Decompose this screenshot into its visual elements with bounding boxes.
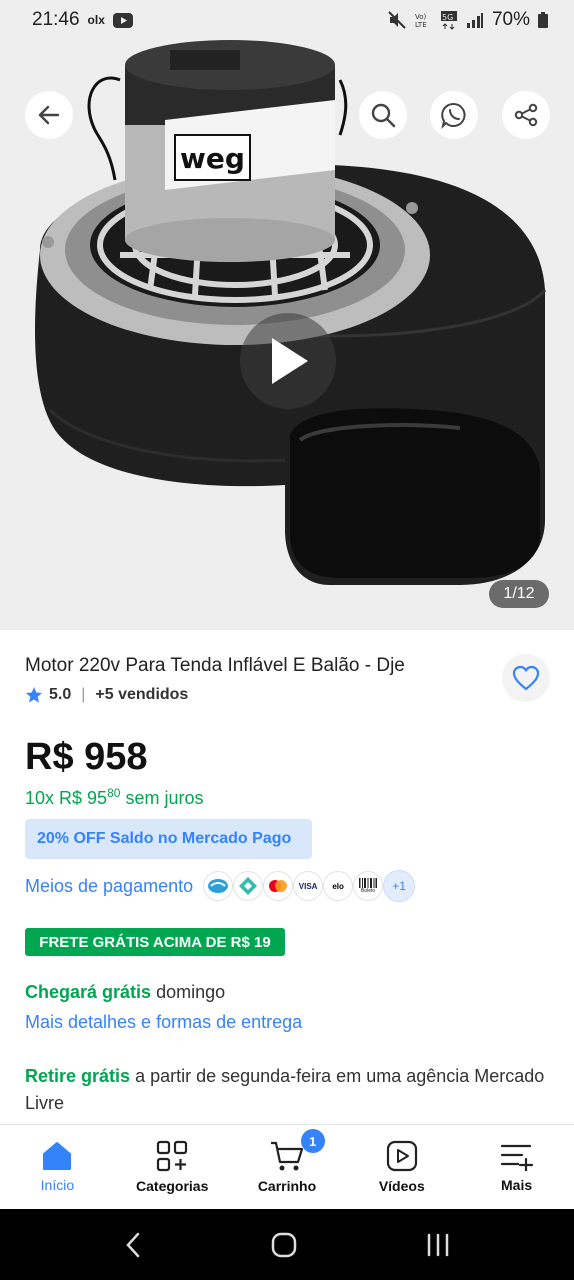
elo-icon: elo: [323, 871, 354, 901]
status-time: 21:46: [32, 9, 80, 30]
share-icon: [514, 103, 538, 127]
whatsapp-button[interactable]: [430, 91, 478, 139]
installments-info: 10x R$ 9580 sem juros: [25, 786, 203, 809]
arrival-info: Chegará grátis domingo: [25, 982, 225, 1003]
5g-icon: 5G: [440, 11, 457, 30]
status-bar: 21:46 olx Vo) LTE 5G 70%: [0, 0, 574, 40]
heart-icon: [512, 665, 540, 691]
nav-videos[interactable]: Vídeos: [344, 1125, 459, 1209]
play-video-button[interactable]: [240, 313, 336, 409]
system-home-icon[interactable]: [270, 1231, 298, 1259]
system-back-icon[interactable]: [123, 1231, 143, 1259]
nav-categories[interactable]: Categorias: [115, 1125, 230, 1209]
svg-text:Vo): Vo): [415, 13, 427, 21]
product-title: Motor 220v Para Tenda Inflável E Balão -…: [25, 655, 405, 676]
arrival-highlight: Chegará grátis: [25, 982, 152, 1002]
installments-cents: 80: [107, 786, 121, 800]
nav-cart[interactable]: 1 Carrinho: [230, 1125, 345, 1209]
installments-amount: 10x R$ 95: [25, 788, 108, 808]
back-button[interactable]: [25, 91, 73, 139]
nav-videos-label: Vídeos: [378, 1178, 425, 1194]
arrival-day: domingo: [156, 982, 226, 1002]
battery-percent: 70%: [491, 9, 530, 30]
cart-badge: 1: [300, 1129, 325, 1153]
visa-icon: VISA: [293, 871, 324, 901]
payment-methods-link[interactable]: Meios de pagamento: [25, 876, 193, 897]
free-shipping-badge: FRETE GRÁTIS ACIMA DE R$ 19: [25, 928, 285, 956]
whatsapp-icon: [441, 102, 466, 129]
delivery-details-link[interactable]: Mais detalhes e formas de entrega: [25, 1012, 302, 1033]
mercado-pago-promo-badge: 20% OFF Saldo no Mercado Pago: [25, 819, 312, 859]
signal-icon: [466, 13, 483, 28]
play-icon: [272, 338, 308, 384]
more-payment-methods[interactable]: +1: [383, 870, 416, 902]
mastercard-icon: [263, 871, 294, 901]
nav-more[interactable]: Mais: [459, 1125, 574, 1209]
rating-row[interactable]: 5.0 | +5 vendidos: [25, 686, 188, 704]
image-counter: 1/12: [489, 580, 549, 608]
categories-icon: [157, 1140, 188, 1172]
system-navigation-bar: [0, 1209, 574, 1280]
star-icon: [26, 687, 42, 703]
home-icon: [43, 1142, 72, 1170]
nav-categories-label: Categorias: [136, 1178, 209, 1194]
pickup-highlight: Retire grátis: [25, 1066, 131, 1086]
mercado-pago-handshake-icon: [203, 871, 234, 901]
pickup-info: Retire grátis a partir de segunda-feira …: [25, 1063, 545, 1117]
search-button[interactable]: [359, 91, 407, 139]
nav-home[interactable]: Início: [0, 1125, 115, 1209]
svg-text:LTE: LTE: [415, 21, 427, 29]
nav-more-label: Mais: [501, 1177, 533, 1193]
svg-text:5G: 5G: [442, 13, 453, 22]
youtube-notification-icon: [112, 12, 133, 28]
favorite-button[interactable]: [502, 654, 550, 702]
volte-icon: Vo)LTE: [415, 13, 427, 29]
payment-methods-row[interactable]: Meios de pagamento VISA elo Boleto +1: [25, 868, 416, 904]
installments-suffix: sem juros: [125, 788, 204, 808]
video-icon: [386, 1140, 417, 1172]
system-recents-icon[interactable]: [425, 1232, 451, 1258]
rating-score: 5.0: [49, 686, 72, 703]
svg-text:weg: weg: [180, 142, 245, 175]
boleto-label: Boleto: [361, 888, 376, 894]
boleto-icon: Boleto: [353, 871, 384, 901]
menu-more-icon: [500, 1144, 533, 1171]
share-button[interactable]: [502, 91, 550, 139]
cart-icon: [270, 1141, 304, 1171]
battery-icon: [538, 12, 548, 28]
nav-home-label: Início: [40, 1177, 75, 1193]
olx-notification-icon: olx: [87, 13, 105, 27]
back-arrow-icon: [38, 105, 60, 125]
rating-divider: |: [81, 686, 86, 703]
search-icon: [371, 103, 396, 128]
mute-icon: [388, 11, 406, 29]
product-price: R$ 958: [25, 736, 148, 778]
sold-count: +5 vendidos: [95, 686, 189, 703]
bottom-navigation: Início Categorias 1 Carrinho Vídeos Mais: [0, 1124, 574, 1209]
product-image-gallery[interactable]: weg 1/12: [0, 40, 574, 630]
nav-cart-label: Carrinho: [257, 1178, 317, 1194]
pix-icon: [233, 871, 264, 901]
